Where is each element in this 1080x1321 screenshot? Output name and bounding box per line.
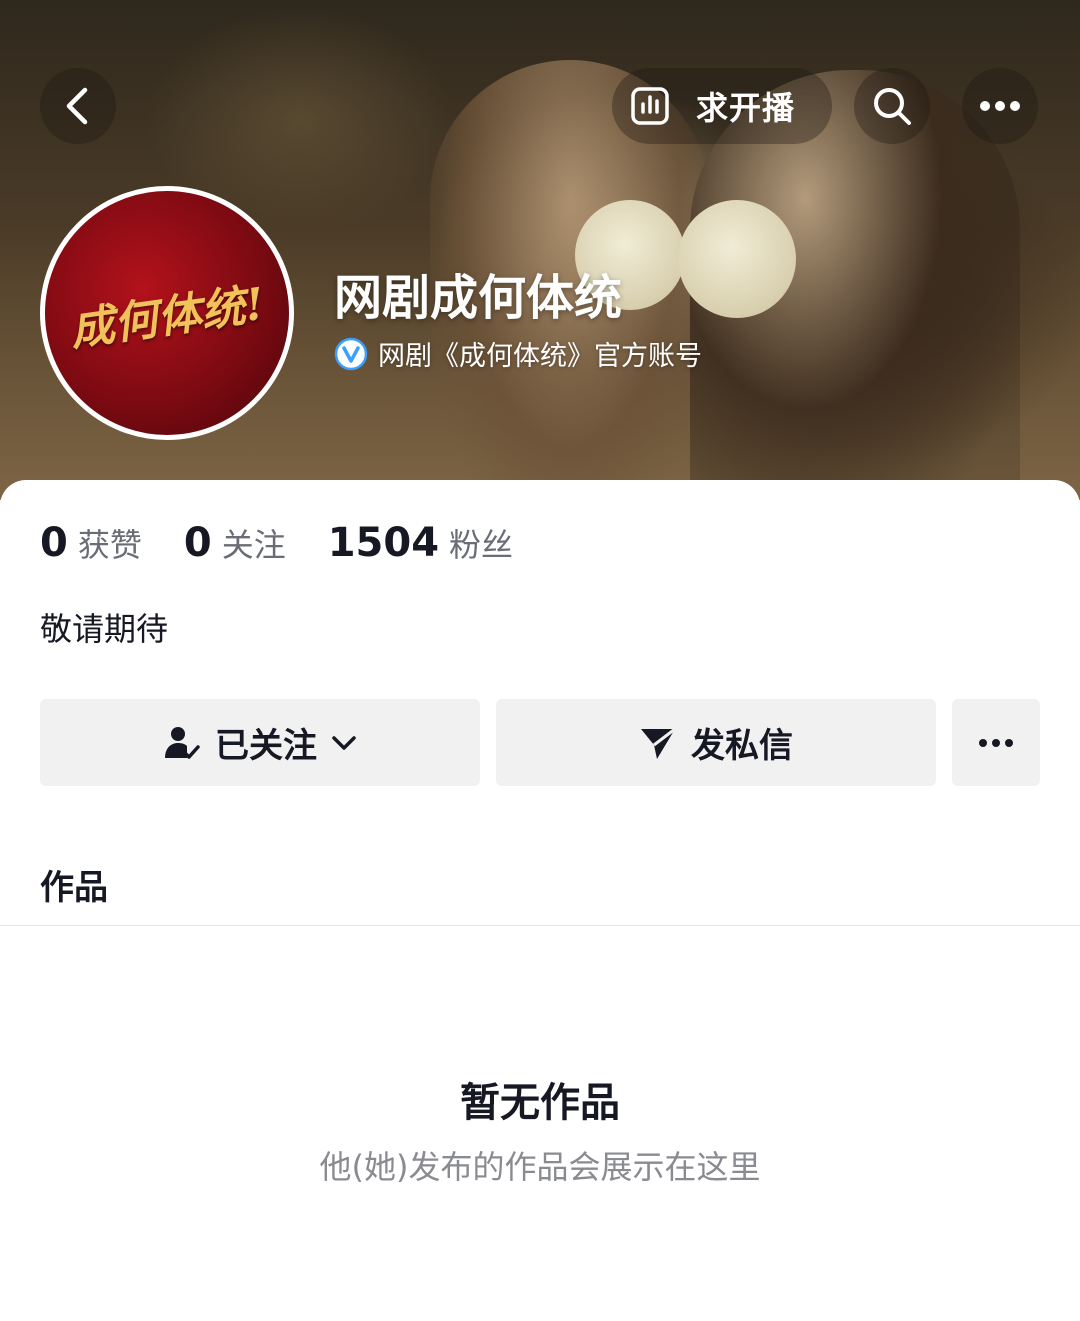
more-options-button[interactable] [962,68,1038,144]
stats-row: 0 获赞 0 关注 1504 粉丝 [40,520,555,566]
stat-followers-value: 1504 [327,520,440,566]
verification-text: 网剧《成何体统》官方账号 [378,341,702,372]
more-actions-button[interactable] [952,699,1040,786]
avatar-logo-text: 成何体统! [67,278,268,357]
stat-followers[interactable]: 1504 粉丝 [328,520,513,566]
bio-text: 敬请期待 [40,610,169,648]
profile-panel: 0 获赞 0 关注 1504 粉丝 敬请期待 已关注 发私信 作品 暂无作品 他… [0,480,1080,1321]
avatar[interactable]: 成何体统! [40,186,294,440]
stat-followers-label: 粉丝 [449,526,514,564]
paper-plane-icon [641,727,676,759]
account-name: 网剧成何体统 [334,270,623,326]
empty-state-title: 暂无作品 [460,1080,620,1126]
request-live-button[interactable]: 求开播 [612,68,832,144]
stat-likes[interactable]: 0 获赞 [40,520,142,566]
more-horizontal-icon [979,738,1013,747]
chevron-left-icon [66,87,88,125]
tab-works[interactable]: 作品 [40,860,108,909]
followed-label: 已关注 [215,726,317,766]
stat-following-value: 0 [183,520,212,566]
bar-chart-icon [631,87,669,125]
verification-row: 网剧《成何体统》官方账号 [334,334,702,373]
divider [0,925,1080,926]
verified-badge-icon [334,337,368,370]
followed-button[interactable]: 已关注 [40,699,480,786]
empty-state-subtitle: 他(她)发布的作品会展示在这里 [319,1148,761,1186]
chevron-down-icon [332,735,356,750]
stat-following[interactable]: 0 关注 [184,520,286,566]
stat-following-label: 关注 [221,526,286,564]
user-check-icon [165,726,200,759]
send-message-label: 发私信 [691,726,793,766]
search-icon [874,88,911,125]
back-button[interactable] [40,68,116,144]
search-button[interactable] [854,68,930,144]
stat-likes-value: 0 [40,520,68,566]
banner-fan-right [678,200,796,318]
request-live-label: 求开播 [696,89,796,127]
more-horizontal-icon [980,101,1020,111]
stat-likes-label: 获赞 [77,526,142,564]
send-message-button[interactable]: 发私信 [496,699,936,786]
